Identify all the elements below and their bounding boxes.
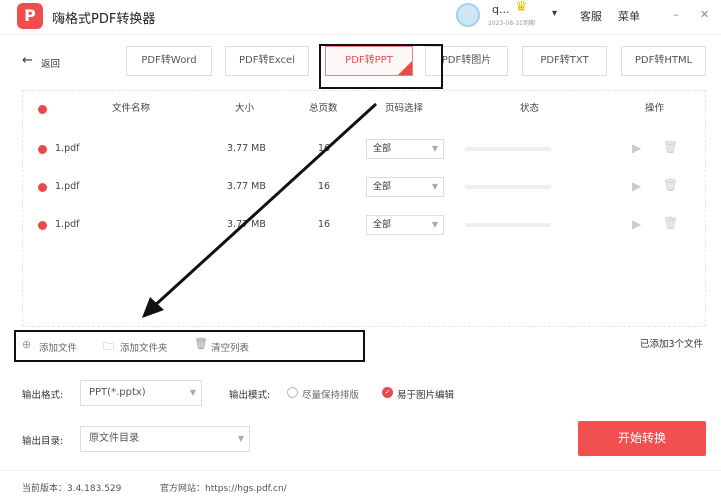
mode-option-image[interactable]: 易于图片编辑 bbox=[397, 387, 454, 401]
output-mode-label: 输出模式: bbox=[229, 390, 271, 401]
caret-icon: ▼ bbox=[189, 388, 196, 397]
website-link[interactable]: 官方网站：https://hgs.pdf.cn/ bbox=[160, 481, 287, 494]
output-format-label: 输出格式: bbox=[22, 390, 64, 401]
caret-icon: ▼ bbox=[237, 434, 244, 443]
add-circle-icon: ⊕ bbox=[22, 338, 32, 351]
trash-icon: 🗑 bbox=[194, 337, 208, 350]
clear-list-button[interactable]: 清空列表 bbox=[211, 340, 249, 354]
mode-radio-layout[interactable] bbox=[287, 387, 298, 398]
mode-option-layout[interactable]: 尽量保持排版 bbox=[302, 387, 359, 401]
dir-value: 原文件目录 bbox=[89, 433, 139, 444]
file-count: 已添加3个文件 bbox=[640, 339, 704, 350]
add-folder-button[interactable]: 添加文件夹 bbox=[120, 340, 168, 354]
output-dir-select[interactable]: 原文件目录 ▼ bbox=[80, 426, 250, 452]
start-convert-button[interactable]: 开始转换 bbox=[578, 421, 706, 456]
folder-icon: 🗀 bbox=[103, 340, 114, 353]
version-text: 当前版本：3.4.183.529 bbox=[22, 484, 122, 494]
add-file-button[interactable]: 添加文件 bbox=[39, 340, 77, 354]
format-value: PPT(*.pptx) bbox=[89, 387, 146, 398]
output-dir-label: 输出目录: bbox=[22, 436, 64, 447]
output-format-select[interactable]: PPT(*.pptx) ▼ bbox=[80, 380, 202, 406]
divider bbox=[0, 470, 721, 471]
mode-radio-image-checked[interactable]: ✓ bbox=[382, 387, 393, 398]
